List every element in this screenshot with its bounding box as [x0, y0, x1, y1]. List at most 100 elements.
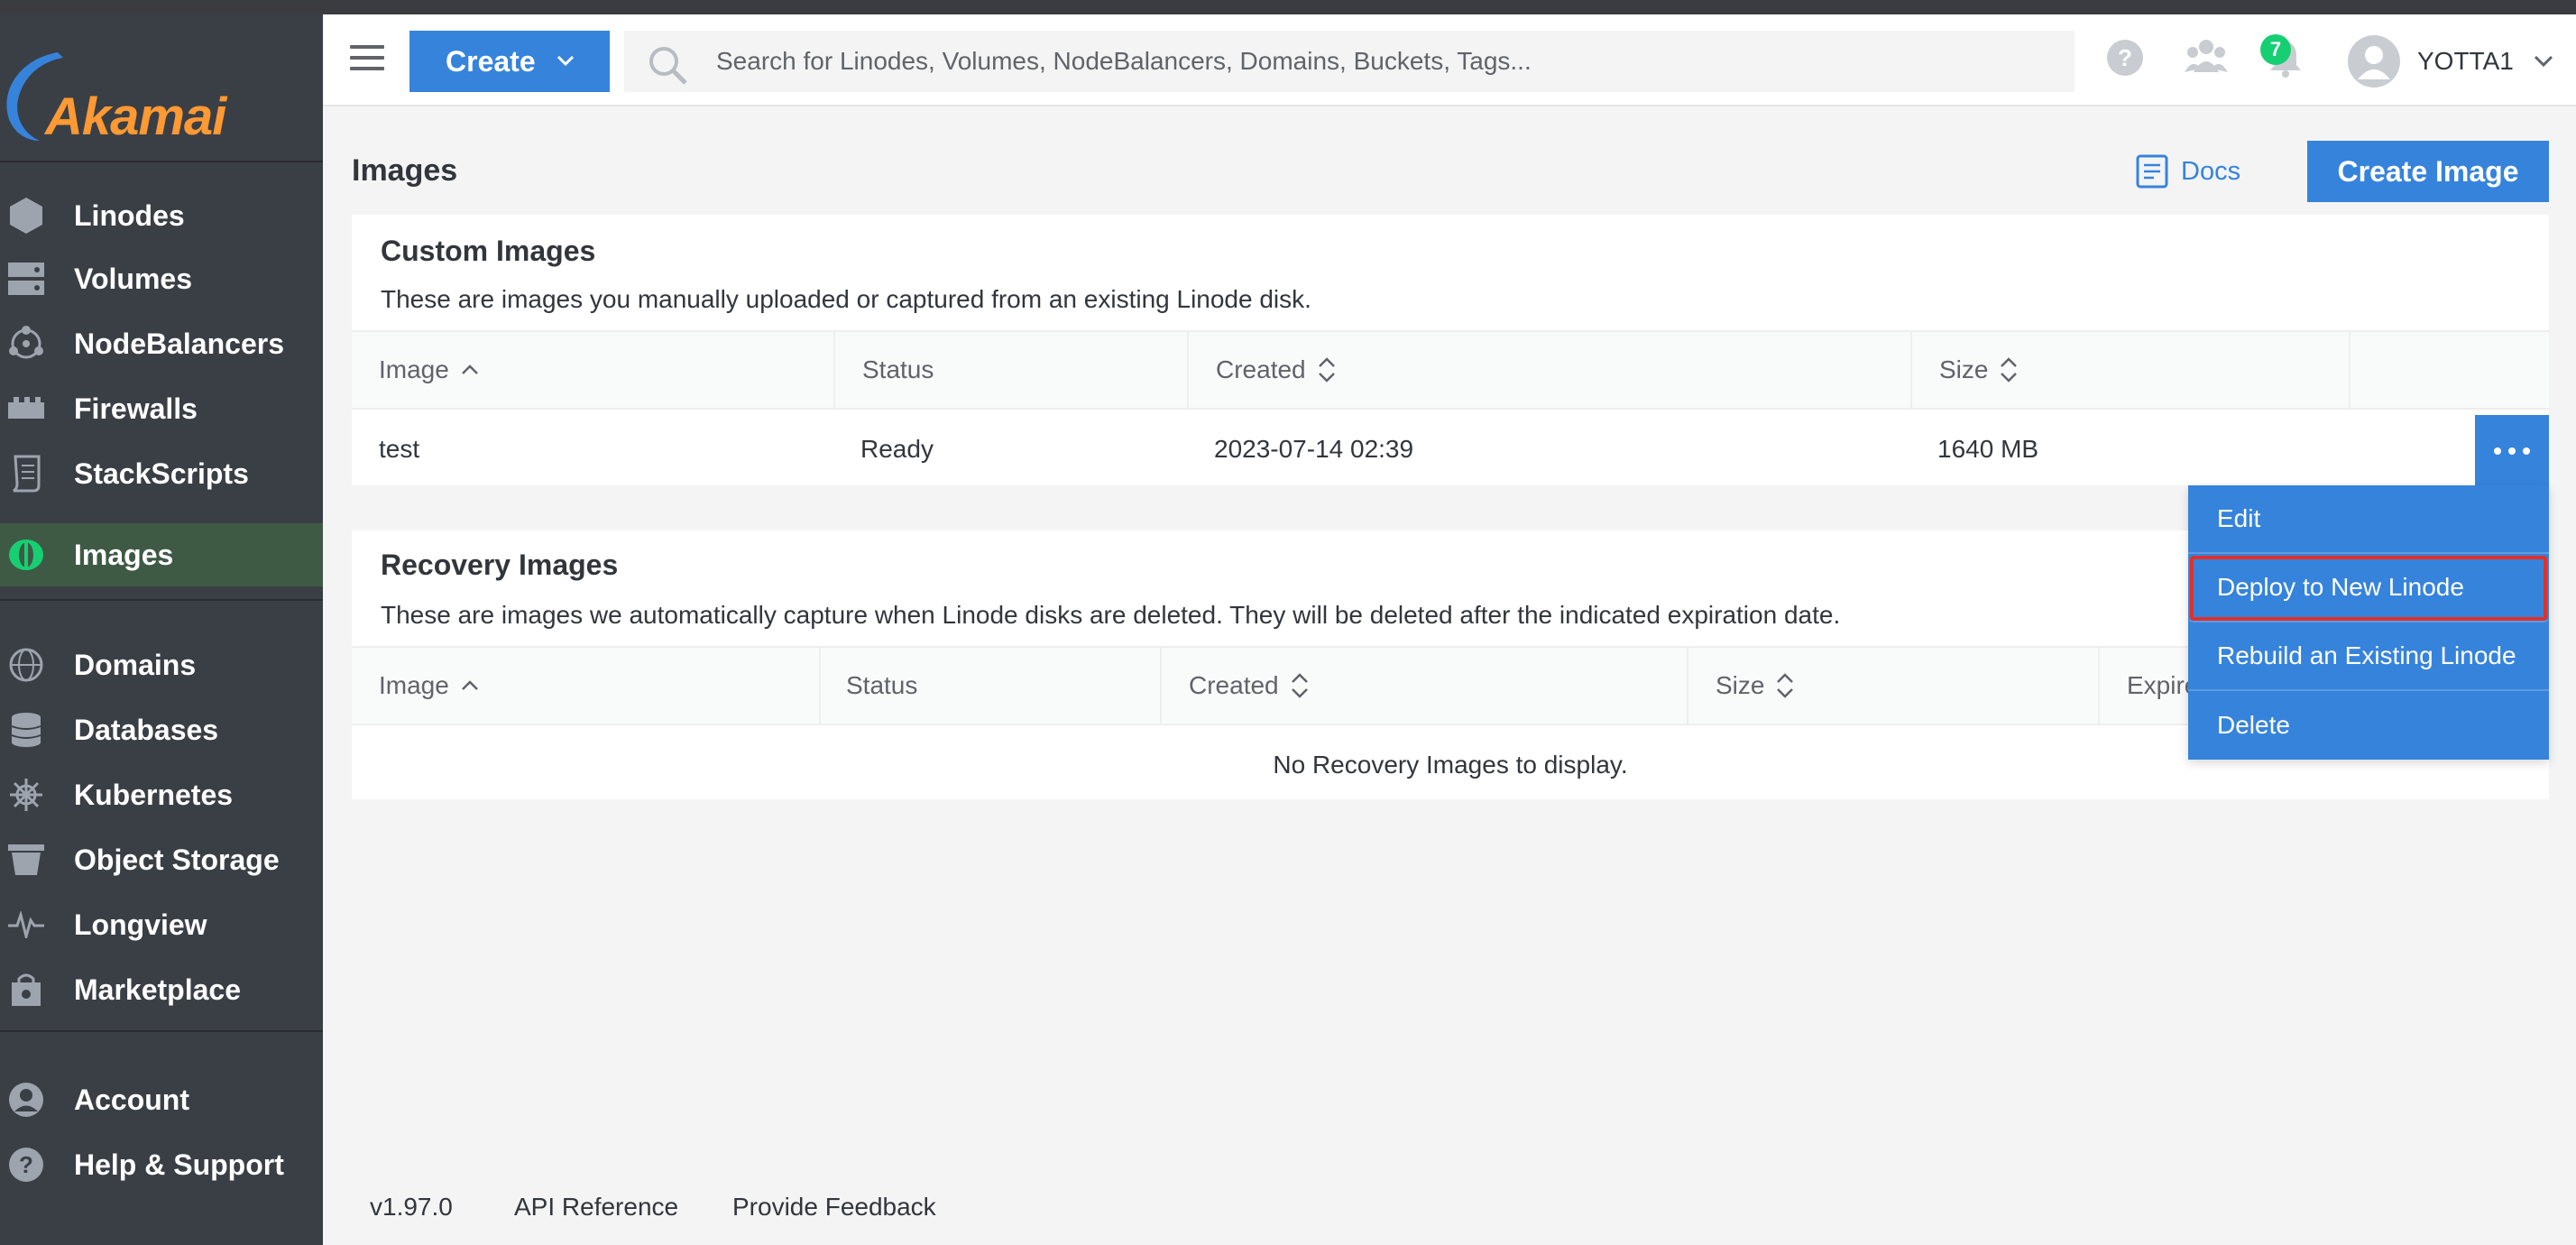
- docs-link[interactable]: Docs: [2136, 150, 2240, 193]
- status-cell: Ready: [860, 435, 934, 463]
- column-divider: [1187, 332, 1189, 408]
- menu-item-deploy-to-new-linode[interactable]: Deploy to New Linode: [2188, 554, 2549, 622]
- sidebar-item-databases[interactable]: Databases: [0, 698, 323, 761]
- kubernetes-helm-icon: [7, 776, 45, 814]
- sidebar-item-kubernetes[interactable]: Kubernetes: [0, 763, 323, 826]
- column-header-size[interactable]: Size: [1939, 332, 2019, 408]
- sidebar-item-nodebalancers[interactable]: NodeBalancers: [0, 312, 323, 375]
- menu-toggle-icon[interactable]: [350, 45, 384, 72]
- sidebar-item-volumes[interactable]: Volumes: [0, 247, 323, 310]
- sidebar-divider: [0, 1030, 323, 1032]
- help-circle-icon[interactable]: ?: [2105, 38, 2150, 83]
- column-divider: [2349, 332, 2351, 408]
- sidebar-item-label: Domains: [74, 648, 197, 681]
- column-header-created[interactable]: Created: [1189, 648, 1310, 724]
- sort-icon: [1318, 357, 1335, 383]
- sort-icon: [1291, 673, 1308, 698]
- row-actions-more-icon[interactable]: [2475, 415, 2549, 487]
- column-divider: [1687, 648, 1688, 724]
- svg-text:?: ?: [2118, 44, 2132, 71]
- provide-feedback-link[interactable]: Provide Feedback: [732, 1193, 936, 1222]
- account-icon: [7, 1081, 45, 1119]
- menu-item-edit[interactable]: Edit: [2188, 485, 2549, 554]
- sidebar-item-label: Linodes: [74, 198, 185, 232]
- menu-item-delete[interactable]: Delete: [2188, 691, 2549, 760]
- size-cell: 1640 MB: [1937, 435, 2039, 463]
- menu-item-rebuild-existing-linode[interactable]: Rebuild an Existing Linode: [2188, 622, 2549, 691]
- sidebar-divider: [0, 161, 323, 162]
- column-divider: [2098, 648, 2100, 724]
- column-header-size[interactable]: Size: [1716, 648, 1795, 724]
- logo-text: Akamai: [45, 88, 226, 146]
- sidebar-item-domains[interactable]: Domains: [0, 633, 323, 696]
- sort-icon: [1777, 673, 1794, 698]
- sidebar-item-label: Firewalls: [74, 392, 198, 425]
- document-icon: [2136, 154, 2168, 189]
- user-avatar-icon: [2348, 35, 2400, 88]
- pulse-icon: [7, 906, 45, 944]
- create-dropdown-button[interactable]: Create: [409, 31, 610, 92]
- volumes-icon: [7, 260, 45, 298]
- recovery-images-description: These are images we automatically captur…: [381, 601, 1841, 629]
- sidebar-item-object-storage[interactable]: Object Storage: [0, 828, 323, 891]
- search-bar[interactable]: Search for Linodes, Volumes, NodeBalance…: [624, 31, 2075, 92]
- linode-hexagon-icon: [7, 197, 45, 235]
- sidebar-item-label: Help & Support: [74, 1148, 284, 1181]
- sort-ascending-icon: [461, 680, 478, 690]
- search-input[interactable]: Search for Linodes, Volumes, NodeBalance…: [716, 47, 1532, 76]
- column-header-image[interactable]: Image: [379, 648, 480, 724]
- database-icon: [7, 711, 45, 749]
- chevron-down-icon: [2534, 55, 2553, 68]
- sort-icon: [2001, 357, 2018, 383]
- custom-images-title: Custom Images: [381, 235, 596, 267]
- username-label: YOTTA1: [2417, 47, 2514, 75]
- docs-label: Docs: [2181, 156, 2241, 186]
- sidebar-item-label: Databases: [74, 713, 219, 746]
- sidebar-item-longview[interactable]: Longview: [0, 893, 323, 956]
- akamai-logo[interactable]: Akamai: [0, 36, 323, 153]
- sidebar-item-account[interactable]: Account: [0, 1068, 323, 1131]
- column-header-image[interactable]: Image: [379, 332, 480, 408]
- community-icon[interactable]: [2185, 38, 2230, 83]
- bucket-icon: [7, 841, 45, 879]
- notification-count-badge: 7: [2260, 34, 2291, 65]
- page-title: Images: [352, 153, 458, 188]
- recovery-images-title: Recovery Images: [381, 549, 619, 581]
- column-header-status: Status: [862, 355, 934, 383]
- sidebar-item-label: Longview: [74, 908, 207, 941]
- images-icon: [7, 536, 45, 574]
- column-divider: [1160, 648, 1162, 724]
- sidebar-item-linodes[interactable]: Linodes: [0, 184, 323, 247]
- sidebar-divider: [0, 599, 323, 601]
- api-reference-link[interactable]: API Reference: [514, 1193, 678, 1222]
- sidebar-item-help-support[interactable]: ? Help & Support: [0, 1133, 323, 1196]
- create-image-button[interactable]: Create Image: [2307, 141, 2549, 202]
- sort-ascending-icon: [461, 364, 478, 374]
- globe-icon: [7, 646, 45, 684]
- sidebar-item-label: Kubernetes: [74, 778, 234, 811]
- sidebar-item-label: Account: [74, 1083, 189, 1116]
- column-divider: [1910, 332, 1912, 408]
- top-bar: Create Search for Linodes, Volumes, Node…: [323, 14, 2576, 106]
- created-cell: 2023-07-14 02:39: [1214, 435, 1414, 463]
- firewall-icon: [7, 390, 45, 428]
- version-label: v1.97.0: [370, 1193, 453, 1221]
- custom-images-description: These are images you manually uploaded o…: [381, 285, 1311, 313]
- sidebar-item-stackscripts[interactable]: StackScripts: [0, 442, 323, 505]
- column-header-created[interactable]: Created: [1216, 332, 1337, 408]
- column-divider: [819, 648, 821, 724]
- help-icon: ?: [7, 1146, 45, 1184]
- sidebar-item-marketplace[interactable]: Marketplace: [0, 958, 323, 1021]
- column-header-status: Status: [846, 671, 918, 699]
- column-divider: [833, 332, 835, 408]
- row-action-menu: Edit Deploy to New Linode Rebuild an Exi…: [2188, 485, 2549, 760]
- sidebar-item-firewalls[interactable]: Firewalls: [0, 377, 323, 440]
- custom-images-table-header: Image Status Created Size: [352, 330, 2549, 410]
- sidebar-item-images[interactable]: Images: [0, 523, 323, 586]
- sidebar-item-label: Images: [74, 538, 174, 571]
- sidebar-item-label: StackScripts: [74, 456, 249, 490]
- stackscript-icon: [7, 455, 45, 493]
- user-menu[interactable]: YOTTA1: [2347, 34, 2563, 88]
- image-name-cell: test: [379, 435, 420, 463]
- sidebar-item-label: Marketplace: [74, 973, 241, 1006]
